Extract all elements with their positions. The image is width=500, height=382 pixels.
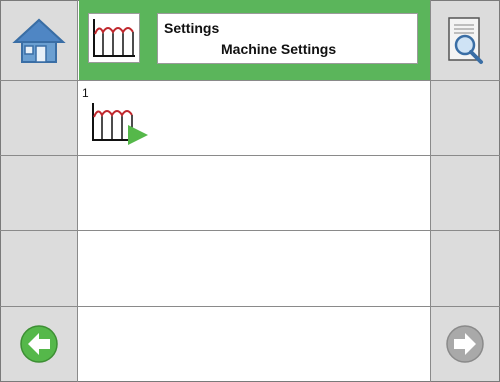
item-number: 1	[82, 86, 89, 100]
trend-chart-icon	[93, 19, 135, 57]
divider	[77, 0, 78, 382]
list-item[interactable]: 1	[80, 83, 429, 155]
document-search-icon	[448, 16, 483, 64]
page-title: Settings	[164, 20, 220, 36]
arrow-right-icon	[446, 325, 484, 363]
home-icon	[12, 18, 66, 63]
header-icon-box	[88, 13, 140, 63]
trend-chart-play-icon	[92, 103, 148, 145]
forward-button[interactable]	[431, 307, 499, 381]
page-subtitle: Machine Settings	[221, 41, 337, 57]
divider	[0, 80, 500, 81]
home-button[interactable]	[1, 1, 77, 80]
header-title-box: Settings Machine Settings	[157, 13, 418, 64]
report-button[interactable]	[431, 1, 499, 80]
header-bar: Settings Machine Settings	[79, 0, 430, 80]
back-button[interactable]	[1, 307, 77, 381]
divider	[0, 155, 500, 156]
arrow-left-icon	[20, 325, 58, 363]
divider	[0, 230, 500, 231]
